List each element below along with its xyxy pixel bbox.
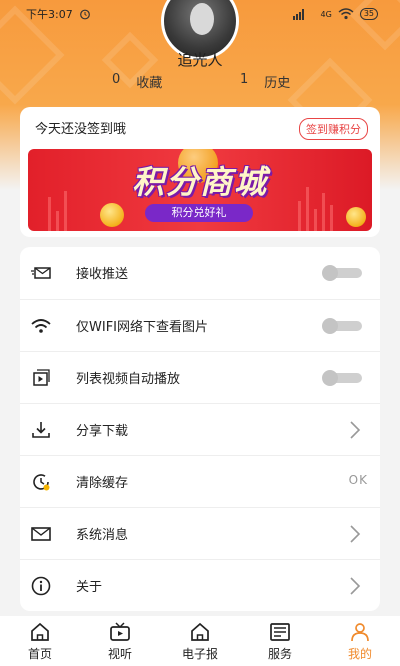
newspaper-icon: [270, 623, 290, 641]
history-stat[interactable]: 1 历史: [240, 72, 290, 91]
tv-icon: [110, 622, 130, 641]
tab-label: 视听: [107, 647, 132, 661]
tab-label: 我的: [347, 647, 372, 661]
avatar-face: [190, 3, 214, 35]
mail-icon: [31, 527, 51, 541]
cache-value: OK: [348, 473, 368, 487]
tab-label: 电子报: [181, 647, 218, 661]
tab-home[interactable]: 首页: [0, 616, 80, 666]
envelope-send-icon: [31, 267, 51, 279]
network-type: 4G: [320, 9, 332, 19]
favorites-label: 收藏: [136, 76, 163, 91]
settings-row-label: 仅WIFI网络下查看图片: [76, 320, 208, 335]
settings-row-messages[interactable]: 系统消息: [20, 507, 380, 559]
signin-title: 今天还没签到哦: [35, 122, 127, 137]
history-label: 历史: [264, 76, 291, 91]
chevron-right-icon: [350, 421, 361, 439]
settings-row-label: 系统消息: [76, 528, 129, 543]
download-icon: [32, 422, 50, 438]
home-outline-icon: [191, 622, 209, 641]
tab-label: 首页: [27, 647, 52, 661]
settings-row-label: 列表视频自动播放: [76, 372, 181, 387]
profile-stats: 0 收藏 1 历史: [0, 72, 400, 91]
info-icon: [31, 576, 51, 596]
chevron-right-icon: [350, 525, 361, 543]
clock-clear-icon: [33, 474, 50, 491]
history-count: 1: [240, 72, 249, 87]
person-icon: [351, 623, 369, 642]
home-icon: [31, 622, 49, 641]
signin-button[interactable]: 签到赚积分: [299, 118, 368, 140]
banner-title: 积分商城: [131, 163, 268, 201]
wifi-images-toggle[interactable]: [322, 318, 362, 334]
tab-mine[interactable]: 我的: [320, 616, 400, 666]
settings-row-clear-cache[interactable]: 清除缓存 OK: [20, 455, 380, 507]
signin-card: 今天还没签到哦 签到赚积分 积分商城 积分兑好礼: [20, 107, 380, 237]
settings-row-label: 清除缓存: [76, 476, 129, 491]
coin-icon: [100, 203, 124, 227]
settings-row-about[interactable]: 关于: [20, 559, 380, 611]
bottom-tab-bar: 首页 视听 电子报 服务 我的: [0, 616, 400, 666]
points-mall-banner[interactable]: 积分商城 积分兑好礼: [28, 149, 372, 231]
settings-row-autoplay[interactable]: 列表视频自动播放: [20, 351, 380, 403]
settings-row-label: 分享下载: [76, 424, 129, 439]
settings-row-share-download[interactable]: 分享下载: [20, 403, 380, 455]
alarm-icon: [79, 9, 90, 20]
coin-icon: [346, 207, 366, 227]
status-time: 下午3:07: [26, 8, 73, 21]
tab-services[interactable]: 服务: [240, 616, 320, 666]
battery-indicator: 35: [359, 8, 378, 20]
settings-list: 接收推送 仅WIFI网络下查看图片 列表视频自动播放 分享下载 清除缓存 OK …: [20, 247, 380, 611]
autoplay-toggle[interactable]: [322, 370, 362, 386]
settings-row-label: 关于: [76, 580, 103, 595]
wifi-icon: [31, 319, 51, 333]
settings-row-wifi-images[interactable]: 仅WIFI网络下查看图片: [20, 299, 380, 351]
favorites-count: 0: [112, 72, 121, 87]
wifi-status-icon: [338, 8, 354, 20]
tab-label: 服务: [267, 647, 292, 661]
settings-row-push[interactable]: 接收推送: [20, 247, 380, 299]
settings-row-label: 接收推送: [76, 267, 129, 282]
signal-icon: [292, 9, 304, 20]
chevron-right-icon: [350, 577, 361, 595]
username: 追光人: [177, 51, 223, 69]
banner-subtitle: 积分兑好礼: [145, 204, 253, 222]
video-play-icon: [33, 369, 50, 386]
push-toggle[interactable]: [322, 265, 362, 281]
favorites-stat[interactable]: 0 收藏: [112, 72, 162, 91]
tab-e-newspaper[interactable]: 电子报: [160, 616, 240, 666]
tab-audiovisual[interactable]: 视听: [80, 616, 160, 666]
